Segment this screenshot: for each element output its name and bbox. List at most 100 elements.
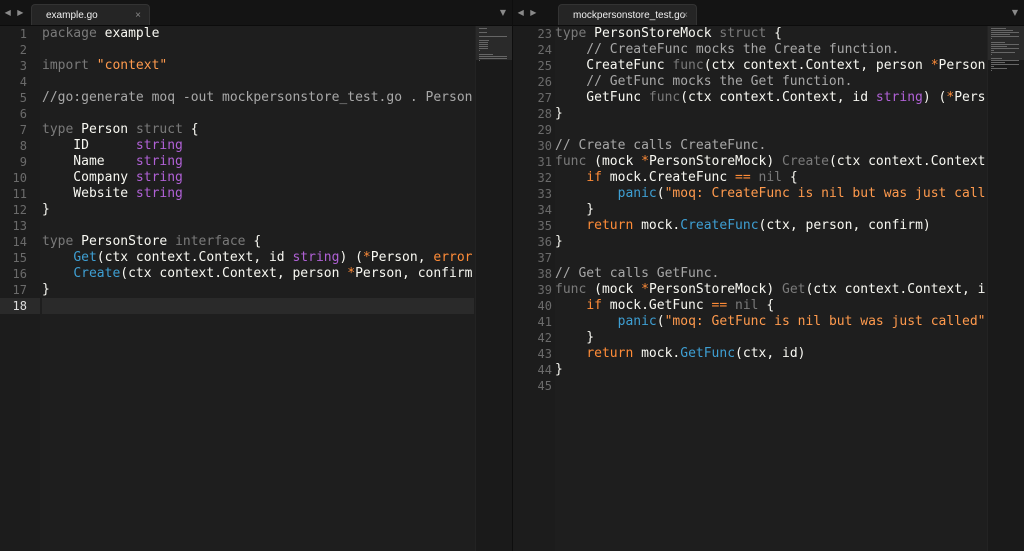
code-token: // GetFunc mocks the Get function. [555, 74, 853, 89]
minimap-line [991, 62, 1005, 63]
minimap-line [479, 48, 488, 49]
tab-nav-arrows[interactable]: ◀ ▶ [513, 0, 543, 25]
line-number: 15 [12, 251, 27, 265]
code-token: Person, [370, 250, 434, 265]
code-line: } [555, 202, 987, 218]
code-token: ) ( [922, 90, 947, 105]
chevron-down-icon[interactable]: ▼ [500, 0, 506, 25]
tab-bar: ◀ ▶ mockpersonstore_test.go × ▼ [513, 0, 1024, 26]
close-icon[interactable]: × [682, 5, 688, 26]
code-token: ( [656, 314, 665, 329]
line-number: 27 [537, 91, 552, 105]
minimap-line [991, 38, 992, 39]
code-token: (mock [586, 154, 642, 169]
tab-label: example.go [46, 10, 98, 21]
code-token: } [555, 362, 563, 377]
code-token: * [641, 154, 649, 169]
line-number: 16 [12, 267, 27, 281]
code-token: (ctx context.Context [828, 154, 986, 169]
code-line: import "context" [42, 58, 474, 74]
code-token: //go:generate moq -out mockpersonstore_t… [42, 90, 473, 105]
code-token: mock. [633, 218, 681, 233]
code-token: Name [42, 154, 136, 169]
line-number: 44 [537, 363, 552, 377]
line-number: 11 [12, 187, 27, 201]
minimap-line [991, 64, 1019, 65]
minimap-line [479, 36, 507, 37]
code-line: GetFunc func(ctx context.Context, id str… [555, 90, 987, 106]
code-line: if mock.CreateFunc == nil { [555, 170, 987, 186]
close-icon[interactable]: × [135, 5, 141, 26]
minimap-line [991, 44, 1019, 45]
code-token: return [586, 346, 634, 361]
minimap-line [991, 52, 1015, 53]
line-number: 38 [537, 267, 552, 281]
line-number: 17 [12, 283, 27, 297]
minimap-line [991, 50, 994, 51]
minimap-line [479, 58, 507, 59]
code-token: } [555, 234, 563, 249]
minimap[interactable] [987, 26, 1024, 551]
code-token: PersonStoreMock) [648, 154, 782, 169]
tab-example-go[interactable]: example.go × [31, 4, 150, 25]
tab-nav-arrows[interactable]: ◀ ▶ [0, 0, 30, 25]
code-token: Create [73, 266, 121, 281]
editor-pane-left: ◀ ▶ example.go × ▼ 1 2 3 4 5 6 7 8 9 10 11 12 13 14 15… [0, 0, 513, 551]
minimap-line [991, 68, 1007, 69]
code-line: // GetFunc mocks the Get function. [555, 74, 987, 90]
code-line: panic("moq: CreateFunc is nil but was ju… [555, 186, 987, 202]
line-number: 37 [537, 251, 552, 265]
code-token: } [555, 330, 595, 345]
line-number: 1 [19, 27, 27, 41]
code-token: PersonStore [73, 234, 176, 249]
code-line: // Create calls CreateFunc. [555, 138, 987, 154]
line-number: 40 [537, 299, 552, 313]
code-token: } [42, 282, 50, 297]
code-token: if [586, 298, 602, 313]
line-number: 8 [19, 139, 27, 153]
code-token: (ctx context.Context, person [120, 266, 348, 281]
code-line: type Person struct { [42, 122, 474, 138]
code-token: (ctx context.Context, id [680, 90, 876, 105]
code-area[interactable]: package example import "context" //go:gene… [42, 26, 474, 551]
code-token: Get [73, 250, 97, 265]
code-token: string [292, 250, 340, 265]
code-token: CreateFunc [680, 218, 759, 233]
minimap-line [479, 46, 488, 47]
code-token: PersonStoreMock [586, 26, 720, 41]
code-token: { [782, 170, 798, 185]
code-line: Website string [42, 186, 474, 202]
minimap-line [479, 56, 507, 57]
line-number: 31 [537, 155, 552, 169]
code-line: Company string [42, 170, 474, 186]
code-token: nil [735, 298, 759, 313]
code-token: } [555, 202, 595, 217]
code-token: GetFunc [555, 90, 649, 105]
line-number: 2 [19, 43, 27, 57]
code-token: mock. [633, 346, 681, 361]
code-token: * [347, 266, 356, 281]
code-area[interactable]: type PersonStoreMock struct { // CreateF… [555, 26, 987, 551]
minimap-line [479, 50, 480, 51]
tab-mockpersonstore-test-go[interactable]: mockpersonstore_test.go × [558, 4, 697, 25]
code-token: struct [135, 122, 183, 137]
line-number-gutter: 1 2 3 4 5 6 7 8 9 10 11 12 13 14 15 16 17 18 [0, 26, 40, 551]
code-token: (ctx context.Context, id [96, 250, 293, 265]
code-token: GetFunc [680, 346, 736, 361]
code-line: func (mock *PersonStoreMock) Get(ctx con… [555, 282, 987, 298]
minimap-line [479, 60, 480, 61]
line-number: 29 [537, 123, 552, 137]
minimap-line [991, 42, 1005, 43]
chevron-down-icon[interactable]: ▼ [1012, 0, 1018, 25]
code-token: struct [719, 26, 767, 41]
line-number: 5 [19, 91, 27, 105]
minimap[interactable] [475, 26, 512, 551]
code-token: Get [782, 282, 806, 297]
line-number: 3 [19, 59, 27, 73]
